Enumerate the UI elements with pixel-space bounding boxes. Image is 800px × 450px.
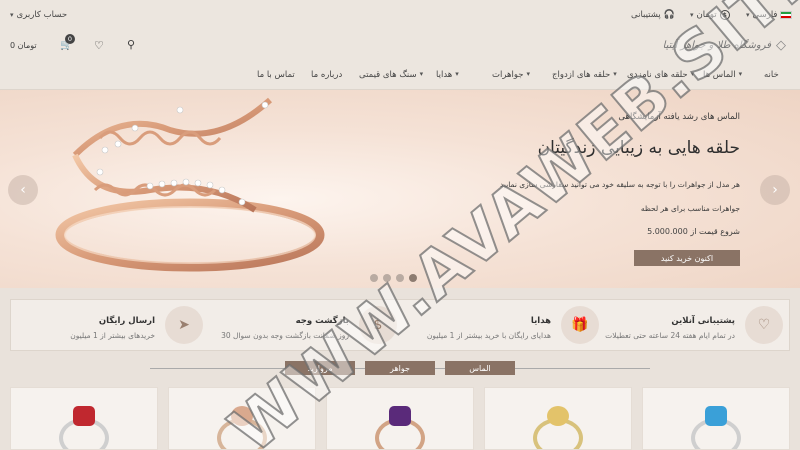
nav-item-gifts[interactable]: هدایا ▾ — [436, 70, 459, 80]
slider-next-button[interactable]: › — [760, 175, 790, 205]
price-value: 5.000.000 — [647, 227, 688, 236]
feature-support: ♡ پشتیبانی آنلاین در تمام ایام هفته 24 س… — [603, 306, 783, 346]
gift-icon: 🎁 — [561, 306, 599, 344]
nav-label: خانه — [764, 70, 779, 80]
hero-ring-image — [55, 97, 325, 272]
feature-title: ارسال رایگان — [98, 316, 155, 326]
product-card[interactable] — [10, 387, 158, 450]
chevron-down-icon: ▾ — [526, 70, 531, 78]
nav-label: حلقه های ازدواج — [552, 70, 611, 80]
hero-price: 5.000.000 شروع قیمت از — [647, 227, 740, 236]
feature-sub: هدایای رایگان با خرید بیشتر از 1 میلیون — [426, 331, 551, 340]
product-gem — [389, 406, 411, 426]
chevron-left-icon: ‹ — [20, 182, 26, 198]
nav-item-wedding-rings[interactable]: حلقه های ازدواج ▾ — [552, 70, 617, 80]
tab-diamonds[interactable]: الماس — [445, 361, 515, 375]
nav-label: درباره ما — [311, 70, 343, 80]
feature-title: پشتیبانی آنلاین — [671, 316, 735, 326]
chevron-down-icon: ▾ — [738, 70, 743, 78]
nav-label: سنگ های قیمتی — [359, 70, 417, 80]
feature-shipping: ➤ ارسال رایگان خریدهای بیشتر از 1 میلیون — [23, 306, 203, 346]
nav-label: جواهرات — [492, 70, 524, 80]
diamond-logo-icon: ◇ — [776, 38, 786, 53]
feature-sub: در تمام ایام هفته 24 ساعته حتی تعطیلات — [605, 331, 735, 340]
paper-plane-icon: ➤ — [165, 306, 203, 344]
cart-total: 0 تومان — [10, 41, 37, 50]
product-gem — [547, 406, 569, 426]
nav-item-jewelry[interactable]: جواهرات ▾ — [492, 70, 530, 80]
account-label: حساب کاربری — [16, 10, 68, 20]
nav-item-home[interactable]: خانه — [764, 70, 779, 80]
nav-label: تماس با ما — [257, 70, 295, 80]
slider-prev-button[interactable]: ‹ — [8, 175, 38, 205]
chevron-down-icon: ▾ — [10, 11, 14, 19]
support-link[interactable]: پشتیبانی 🎧 — [631, 10, 675, 20]
product-gem — [705, 406, 727, 426]
product-card[interactable] — [642, 387, 790, 450]
chevron-down-icon: ▾ — [455, 70, 459, 78]
product-card[interactable] — [484, 387, 632, 450]
hero-line-2: جواهرات مناسب برای هر لحظه — [640, 204, 740, 213]
shop-now-button[interactable]: اکنون خرید کنید — [634, 250, 740, 266]
cart-button[interactable]: 🛒 0 — [60, 34, 75, 52]
chevron-right-icon: › — [772, 182, 778, 198]
nav-item-contact[interactable]: تماس با ما — [257, 70, 295, 80]
wishlist-heart-icon[interactable]: ♡ — [94, 39, 104, 52]
account-menu[interactable]: ▾ حساب کاربری — [10, 10, 67, 20]
search-icon[interactable]: ⚲ — [127, 38, 135, 51]
nav-label: هدایا — [436, 70, 453, 80]
price-prefix: شروع قیمت از — [690, 227, 740, 236]
hand-heart-icon: ♡ — [745, 306, 783, 344]
product-gem — [73, 406, 95, 426]
support-label: پشتیبانی — [631, 10, 661, 20]
headset-icon: 🎧 — [663, 10, 675, 20]
feature-sub: خریدهای بیشتر از 1 میلیون — [70, 331, 155, 340]
nav-item-about[interactable]: درباره ما — [311, 70, 342, 80]
feature-title: هدایا — [530, 316, 551, 326]
nav-item-gemstones[interactable]: سنگ های قیمتی ▾ — [359, 70, 423, 80]
cart-count-badge: 0 — [65, 34, 75, 44]
chevron-down-icon: ▾ — [419, 70, 424, 78]
